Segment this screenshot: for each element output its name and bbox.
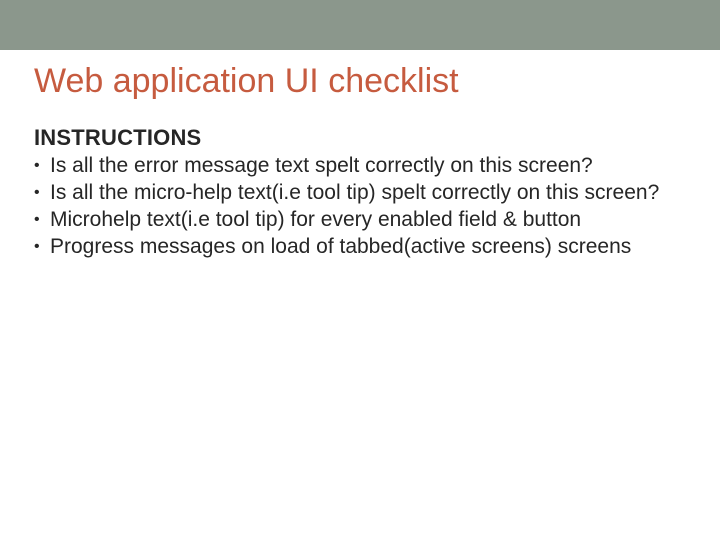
slide-content: Web application UI checklist INSTRUCTION… (0, 50, 720, 261)
list-item: Microhelp text(i.e tool tip) for every e… (34, 207, 686, 234)
slide-title: Web application UI checklist (34, 62, 686, 101)
list-item: Is all the micro-help text(i.e tool tip)… (34, 180, 686, 207)
list-item: Is all the error message text spelt corr… (34, 153, 686, 180)
top-accent-bar (0, 0, 720, 50)
section-heading: INSTRUCTIONS (34, 125, 686, 151)
bullet-list: Is all the error message text spelt corr… (34, 153, 686, 261)
list-item: Progress messages on load of tabbed(acti… (34, 234, 686, 261)
